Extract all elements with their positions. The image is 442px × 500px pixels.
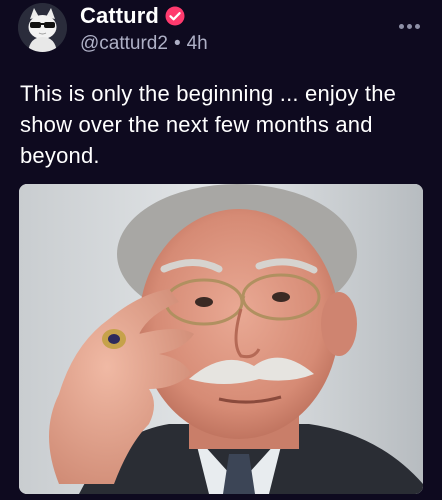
meta-row: @catturd2 • 4h: [80, 33, 208, 55]
display-name[interactable]: Catturd: [80, 3, 159, 29]
post-timestamp[interactable]: 4h: [187, 33, 208, 55]
author-avatar[interactable]: [18, 3, 67, 52]
cat-avatar-icon: [18, 3, 67, 52]
post-text: This is only the beginning ... enjoy the…: [20, 81, 397, 168]
verified-badge-icon: [165, 6, 185, 26]
more-options-icon[interactable]: [399, 24, 420, 29]
author-handle[interactable]: @catturd2: [80, 33, 168, 55]
display-name-row: Catturd: [80, 3, 208, 29]
post-header: Catturd @catturd2 • 4h: [80, 3, 208, 55]
post-card[interactable]: Catturd @catturd2 • 4h This is only the …: [0, 0, 442, 500]
meta-separator: •: [173, 33, 181, 54]
portrait-photo: [19, 184, 423, 494]
post-image[interactable]: [19, 184, 423, 494]
